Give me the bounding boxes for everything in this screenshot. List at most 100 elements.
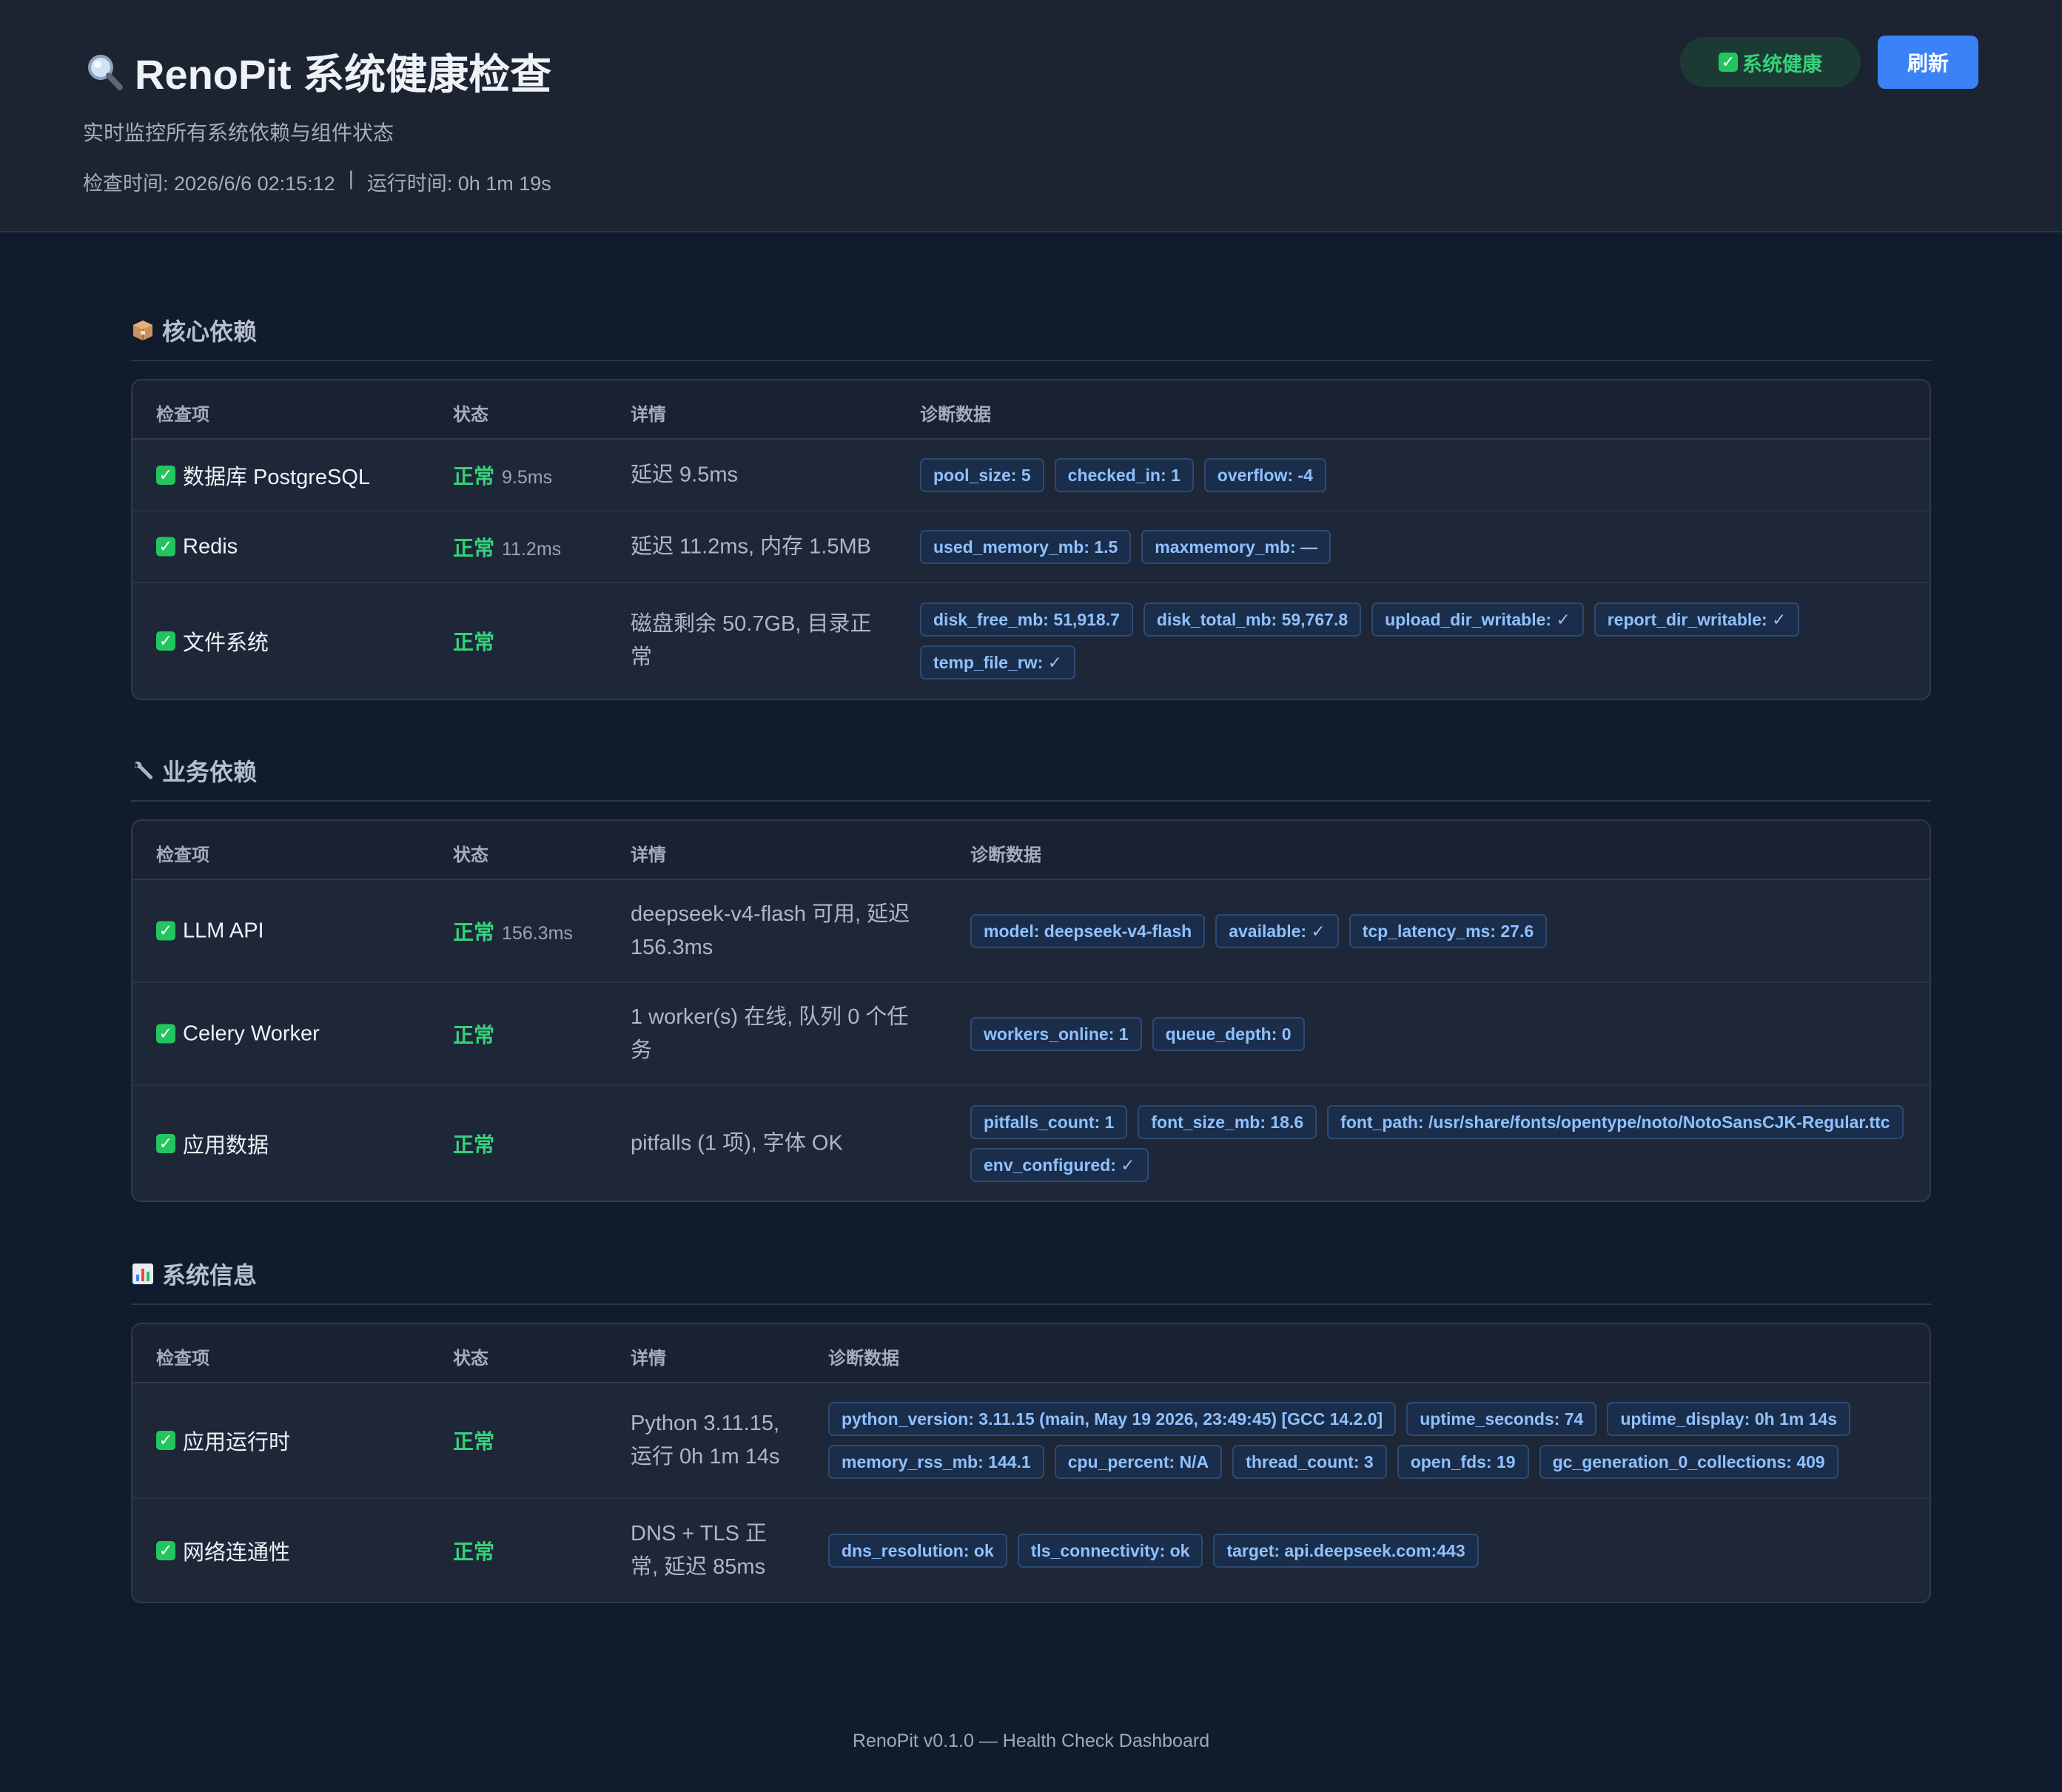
diag-tag: env_configured: ✓	[970, 1147, 1149, 1182]
row-status: 正常 9.5ms	[453, 460, 552, 490]
magnifier-icon	[83, 51, 124, 93]
section-title-text: 业务依赖	[162, 759, 258, 785]
status-text: 正常	[453, 1540, 495, 1563]
diag-tag: upload_dir_writable: ✓	[1371, 603, 1584, 637]
diag-tags: pool_size: 5 checked_in: 1 overflow: -4	[920, 457, 1904, 492]
page-header: RenoPit 系统健康检查 实时监控所有系统依赖与组件状态 检查时间: 202…	[0, 0, 2062, 232]
diag-tags: used_memory_mb: 1.5 maxmemory_mb: —	[920, 529, 1904, 564]
diag-tag: gc_generation_0_collections: 409	[1539, 1445, 1838, 1479]
col-diag: 诊断数据	[828, 1349, 899, 1369]
table-header: 检查项 状态 详情 诊断数据	[132, 821, 1930, 880]
check-icon: ✓	[156, 537, 175, 557]
row-name: ✓ 文件系统	[156, 625, 269, 657]
diag-tag: queue_depth: 0	[1152, 1016, 1305, 1051]
table-row: ✓ 文件系统 正常 磁盘剩余 50.7GB, 目录正 常 disk_free_m…	[132, 583, 1930, 699]
diag-tag: workers_online: 1	[970, 1016, 1142, 1051]
status-text: 正常	[453, 464, 495, 488]
row-detail: Python 3.11.15, 运行 0h 1m 14s	[631, 1407, 779, 1474]
diag-tag: pitfalls_count: 1	[970, 1104, 1128, 1139]
detail-line: 运行 0h 1m 14s	[631, 1445, 780, 1469]
diag-tags: workers_online: 1 queue_depth: 0	[970, 1016, 1910, 1051]
page-subtitle: 实时监控所有系统依赖与组件状态	[83, 121, 394, 144]
section-title: 核心依赖	[131, 314, 1931, 346]
row-detail: DNS + TLS 正 常, 延迟 85ms	[631, 1517, 767, 1584]
row-name-text: LLM API	[183, 919, 264, 942]
section-title-text: 核心依赖	[162, 318, 258, 345]
status-text: 正常	[453, 631, 495, 654]
table-row: ✓ 数据库 PostgreSQL 正常 9.5ms 延迟 9.5ms pool_…	[132, 440, 1930, 511]
diag-tag: used_memory_mb: 1.5	[920, 529, 1132, 564]
diag-tag: dns_resolution: ok	[828, 1533, 1007, 1568]
row-name-text: 应用运行时	[183, 1431, 291, 1454]
row-name: ✓ 数据库 PostgreSQL	[156, 460, 370, 491]
diag-tag: cpu_percent: N/A	[1054, 1445, 1223, 1479]
row-status: 正常	[453, 1536, 494, 1566]
row-name-text: 网络连通性	[183, 1540, 291, 1565]
page-title-text: RenoPit 系统健康检查	[135, 51, 552, 98]
section-core: 核心依赖 检查项 状态 详情 诊断数据 ✓ 数据库 PostgreSQL 正常 …	[131, 314, 1931, 700]
uptime-text: 运行时间: 0h 1m 19s	[366, 172, 551, 195]
detail-line: 常	[631, 645, 653, 669]
detail-line: Python 3.11.15,	[631, 1412, 780, 1435]
detail-line: 1 worker(s) 在线, 队列 0 个任	[631, 1004, 909, 1029]
table-header: 检查项 状态 详情 诊断数据	[132, 1324, 1930, 1383]
status-text: 正常	[453, 1430, 495, 1453]
check-icon: ✓	[156, 631, 175, 651]
row-name-text: 文件系统	[183, 631, 269, 655]
latency-text: 156.3ms	[502, 922, 573, 944]
section-title: 业务依赖	[131, 754, 1931, 787]
detail-line: 常, 延迟 85ms	[631, 1554, 766, 1579]
bar-chart-icon	[131, 1262, 155, 1286]
section-title: 系统信息	[131, 1258, 1931, 1290]
diag-tag: disk_free_mb: 51,918.7	[920, 603, 1133, 637]
row-name: ✓ Redis	[156, 534, 238, 559]
latency-text: 11.2ms	[502, 538, 562, 560]
table-row: ✓ 网络连通性 正常 DNS + TLS 正 常, 延迟 85ms dns_re…	[132, 1499, 1930, 1602]
system-table: 检查项 状态 详情 诊断数据 ✓ 应用运行时 正常 Python 3.11.15…	[131, 1323, 1931, 1603]
refresh-button[interactable]: 刷新	[1878, 36, 1978, 89]
package-icon	[131, 318, 155, 342]
health-label: 系统健康	[1742, 53, 1822, 75]
col-detail: 详情	[631, 845, 666, 865]
core-table: 检查项 状态 详情 诊断数据 ✓ 数据库 PostgreSQL 正常 9.5ms…	[131, 379, 1931, 700]
status-text: 正常	[453, 1023, 495, 1047]
row-name: ✓ Celery Worker	[156, 1021, 320, 1046]
diag-tag: model: deepseek-v4-flash	[970, 913, 1206, 948]
detail-line: 务	[631, 1038, 653, 1062]
page-title: RenoPit 系统健康检查	[83, 41, 551, 101]
row-detail: 延迟 9.5ms	[631, 463, 739, 486]
status-text: 正常	[453, 1132, 495, 1156]
col-diag: 诊断数据	[970, 845, 1041, 865]
detail-line: 磁盘剩余 50.7GB, 目录正	[631, 612, 872, 636]
diag-tag: uptime_display: 0h 1m 14s	[1607, 1402, 1851, 1436]
row-name-text: Redis	[183, 534, 238, 558]
wrench-icon	[131, 759, 155, 782]
row-name-text: 数据库 PostgreSQL	[183, 465, 371, 489]
diag-tag: overflow: -4	[1203, 457, 1326, 492]
table-row: ✓ 应用运行时 正常 Python 3.11.15, 运行 0h 1m 14s …	[132, 1383, 1930, 1499]
table-row: ✓ Redis 正常 11.2ms 延迟 11.2ms, 内存 1.5MB us…	[132, 511, 1930, 583]
latency-text: 9.5ms	[502, 466, 553, 488]
diag-tag: font_size_mb: 18.6	[1138, 1104, 1317, 1139]
status-text: 正常	[453, 920, 495, 944]
row-status: 正常	[453, 1129, 494, 1158]
row-name-text: Celery Worker	[183, 1021, 320, 1045]
row-name: ✓ 应用数据	[156, 1128, 269, 1159]
col-status: 状态	[453, 1349, 488, 1369]
diag-tag: temp_file_rw: ✓	[920, 645, 1075, 679]
col-detail: 详情	[631, 405, 666, 425]
table-row: ✓ Celery Worker 正常 1 worker(s) 在线, 队列 0 …	[132, 983, 1930, 1086]
status-text: 正常	[453, 536, 495, 560]
system-health-badge: ✓ 系统健康	[1680, 37, 1861, 87]
col-diag: 诊断数据	[920, 405, 991, 425]
col-name: 检查项	[156, 405, 209, 425]
col-name: 检查项	[156, 1349, 209, 1369]
check-icon: ✓	[156, 1540, 175, 1560]
diag-tag: target: api.deepseek.com:443	[1213, 1533, 1479, 1568]
row-name: ✓ 应用运行时	[156, 1425, 290, 1456]
diag-tag: available: ✓	[1215, 913, 1339, 948]
row-status: 正常 11.2ms	[453, 532, 561, 562]
check-icon: ✓	[1719, 53, 1738, 72]
section-divider	[131, 800, 1931, 802]
diag-tags: dns_resolution: ok tls_connectivity: ok …	[828, 1533, 1901, 1568]
